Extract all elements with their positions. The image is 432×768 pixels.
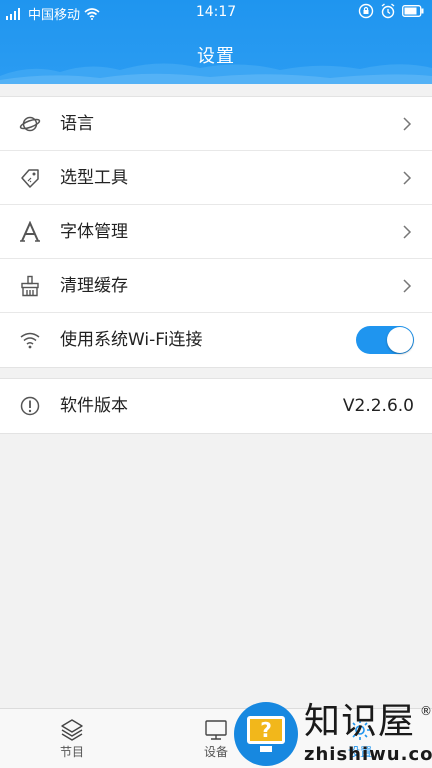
settings-item-label: 使用系统Wi-Fi连接 bbox=[60, 330, 203, 350]
settings-item-language[interactable]: 语言 bbox=[0, 97, 432, 151]
watermark-title: 知识屋 bbox=[304, 701, 416, 742]
page-title: 设置 bbox=[197, 46, 235, 67]
status-right bbox=[358, 3, 424, 19]
chevron-right-icon bbox=[403, 225, 412, 239]
settings-item-software-version: 软件版本 V2.2.6.0 bbox=[0, 379, 432, 433]
chevron-right-icon bbox=[403, 279, 412, 293]
settings-item-selection-tool[interactable]: 选型工具 bbox=[0, 151, 432, 205]
version-value: V2.2.6.0 bbox=[342, 396, 414, 416]
question-monitor-icon: ? bbox=[247, 716, 285, 744]
settings-item-label: 清理缓存 bbox=[60, 276, 128, 296]
settings-item-system-wifi: 使用系统Wi-Fi连接 bbox=[0, 313, 432, 367]
alarm-icon bbox=[381, 3, 395, 19]
nav-item-programs[interactable]: 节目 bbox=[18, 709, 126, 768]
planet-icon bbox=[18, 112, 42, 136]
header-bar: 中国移动 14:17 设置 bbox=[0, 0, 432, 84]
watermark-url: zhishiwu.com bbox=[304, 744, 432, 765]
broom-icon bbox=[18, 274, 42, 298]
rotation-lock-icon bbox=[358, 3, 374, 19]
wifi-toggle-switch[interactable] bbox=[356, 326, 414, 354]
chevron-right-icon bbox=[403, 117, 412, 131]
settings-item-label: 字体管理 bbox=[60, 222, 128, 242]
version-label: 软件版本 bbox=[60, 396, 128, 416]
toggle-knob bbox=[387, 327, 413, 353]
settings-item-label: 选型工具 bbox=[60, 168, 128, 188]
font-icon bbox=[18, 220, 42, 244]
version-section: 软件版本 V2.2.6.0 bbox=[0, 378, 432, 434]
status-bar: 中国移动 14:17 bbox=[0, 0, 432, 24]
wifi-icon bbox=[18, 328, 42, 352]
settings-item-label: 语言 bbox=[60, 114, 94, 134]
watermark-badge: ? bbox=[234, 702, 298, 766]
settings-item-font-management[interactable]: 字体管理 bbox=[0, 205, 432, 259]
layers-icon bbox=[61, 719, 83, 741]
nav-label: 节目 bbox=[59, 745, 84, 759]
tag-icon bbox=[18, 166, 42, 190]
monitor-icon bbox=[205, 720, 227, 740]
settings-item-clear-cache[interactable]: 清理缓存 bbox=[0, 259, 432, 313]
chevron-right-icon bbox=[403, 171, 412, 185]
settings-list: 语言 选型工具 字体管理 清理缓存 使用系统Wi-Fi连接 bbox=[0, 96, 432, 368]
info-icon bbox=[18, 394, 42, 418]
watermark-logo: ? 知识屋 ® zhishiwu.com bbox=[234, 700, 432, 768]
battery-icon bbox=[402, 5, 424, 17]
watermark-registered-mark: ® bbox=[420, 704, 432, 718]
